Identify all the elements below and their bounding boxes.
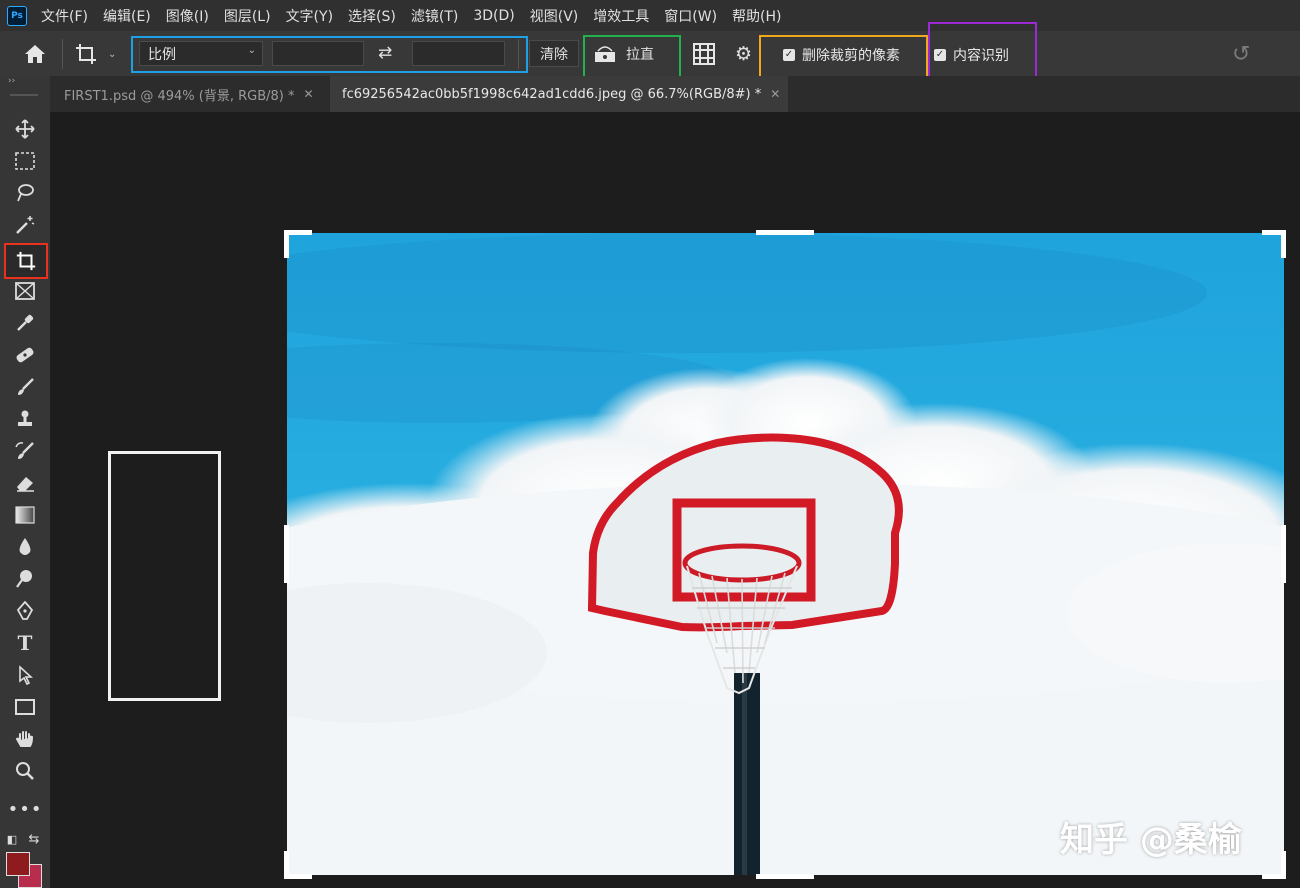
menu-file[interactable]: 文件(F): [41, 6, 88, 26]
crop-handle-left[interactable]: [284, 525, 289, 583]
photoshop-logo: Ps: [7, 5, 27, 26]
close-icon[interactable]: ✕: [770, 87, 780, 101]
frame-tool-icon[interactable]: [9, 277, 41, 305]
crop-handle-bottom-left[interactable]: [284, 874, 312, 879]
type-tool-icon[interactable]: T: [9, 629, 41, 657]
gear-icon[interactable]: ⚙: [735, 44, 752, 64]
reset-icon[interactable]: ↺: [1232, 42, 1250, 67]
lasso-tool-icon[interactable]: [9, 179, 41, 207]
menu-edit[interactable]: 编辑(E): [103, 6, 151, 26]
basketball-hoop-photo: [287, 233, 1284, 875]
document-tab-label: fc69256542ac0bb5f1998c642ad1cdd6.jpeg @ …: [342, 86, 762, 102]
pen-tool-icon[interactable]: [9, 597, 41, 625]
gradient-tool-icon[interactable]: [9, 501, 41, 529]
white-rectangle-annotation: [108, 451, 221, 701]
home-icon[interactable]: [23, 42, 47, 66]
panel-grip[interactable]: [10, 94, 38, 96]
move-tool-icon[interactable]: [9, 115, 41, 143]
menu-3d[interactable]: 3D(D): [473, 8, 514, 24]
crop-handle-top-right[interactable]: [1281, 230, 1286, 258]
zoom-tool-icon[interactable]: [9, 757, 41, 785]
menu-filter[interactable]: 滤镜(T): [411, 6, 458, 26]
healing-brush-tool-icon[interactable]: [9, 341, 41, 369]
collapse-icon[interactable]: ››: [8, 76, 15, 86]
close-icon[interactable]: ✕: [304, 87, 314, 101]
highlight-box-green: [583, 35, 681, 82]
rectangle-tool-icon[interactable]: [9, 693, 41, 721]
clear-button[interactable]: 清除: [529, 40, 579, 67]
tools-panel: ›› T ••• ◧ ⇆: [0, 76, 50, 888]
blur-tool-icon[interactable]: [9, 533, 41, 561]
crop-handle-bottom-right[interactable]: [1281, 851, 1286, 879]
default-colors-icon[interactable]: ◧: [2, 829, 22, 849]
brush-tool-icon[interactable]: [9, 373, 41, 401]
chevron-down-icon: ⌄: [108, 48, 117, 60]
marquee-tool-icon[interactable]: [9, 147, 41, 175]
magic-wand-tool-icon[interactable]: [9, 211, 41, 239]
menu-view[interactable]: 视图(V): [530, 6, 579, 26]
eraser-tool-icon[interactable]: [9, 469, 41, 497]
crop-handle-top[interactable]: [756, 230, 814, 235]
menu-bar: Ps 文件(F) 编辑(E) 图像(I) 图层(L) 文字(Y) 选择(S) 滤…: [0, 0, 1300, 31]
foreground-color-swatch[interactable]: [6, 852, 30, 876]
crop-tool-icon[interactable]: [4, 243, 48, 279]
dodge-tool-icon[interactable]: [9, 565, 41, 593]
menu-layer[interactable]: 图层(L): [224, 6, 271, 26]
crop-preset-picker[interactable]: ⌄: [74, 41, 122, 67]
history-brush-tool-icon[interactable]: [9, 437, 41, 465]
document-tab-bar: FIRST1.psd @ 494% (背景, RGB/8) * ✕ fc6925…: [50, 76, 1300, 112]
eyedropper-tool-icon[interactable]: [9, 309, 41, 337]
menu-help[interactable]: 帮助(H): [732, 6, 781, 26]
menu-image[interactable]: 图像(I): [166, 6, 209, 26]
crop-handle-right[interactable]: [1281, 525, 1286, 583]
path-selection-tool-icon[interactable]: [9, 661, 41, 689]
menu-window[interactable]: 窗口(W): [664, 6, 717, 26]
menu-select[interactable]: 选择(S): [348, 6, 396, 26]
watermark: 知乎 @桑榆: [1060, 820, 1242, 860]
highlight-box-blue: [131, 36, 528, 73]
grid-overlay-icon[interactable]: [693, 43, 715, 65]
crop-handle-top-left[interactable]: [284, 230, 289, 258]
document-tab-label: FIRST1.psd @ 494% (背景, RGB/8) *: [64, 88, 295, 104]
more-tools-icon[interactable]: •••: [8, 795, 42, 823]
document-tab-active[interactable]: fc69256542ac0bb5f1998c642ad1cdd6.jpeg @ …: [330, 76, 788, 112]
crop-icon: [76, 44, 96, 64]
hand-tool-icon[interactable]: [9, 725, 41, 753]
document-tab[interactable]: FIRST1.psd @ 494% (背景, RGB/8) * ✕: [52, 76, 330, 112]
swap-colors-icon[interactable]: ⇆: [24, 829, 44, 849]
divider: [62, 39, 63, 69]
menu-plugins[interactable]: 增效工具: [593, 6, 649, 26]
crop-handle-bottom[interactable]: [756, 874, 814, 879]
document-image[interactable]: [287, 233, 1284, 875]
clone-stamp-tool-icon[interactable]: [9, 405, 41, 433]
menu-type[interactable]: 文字(Y): [286, 6, 333, 26]
